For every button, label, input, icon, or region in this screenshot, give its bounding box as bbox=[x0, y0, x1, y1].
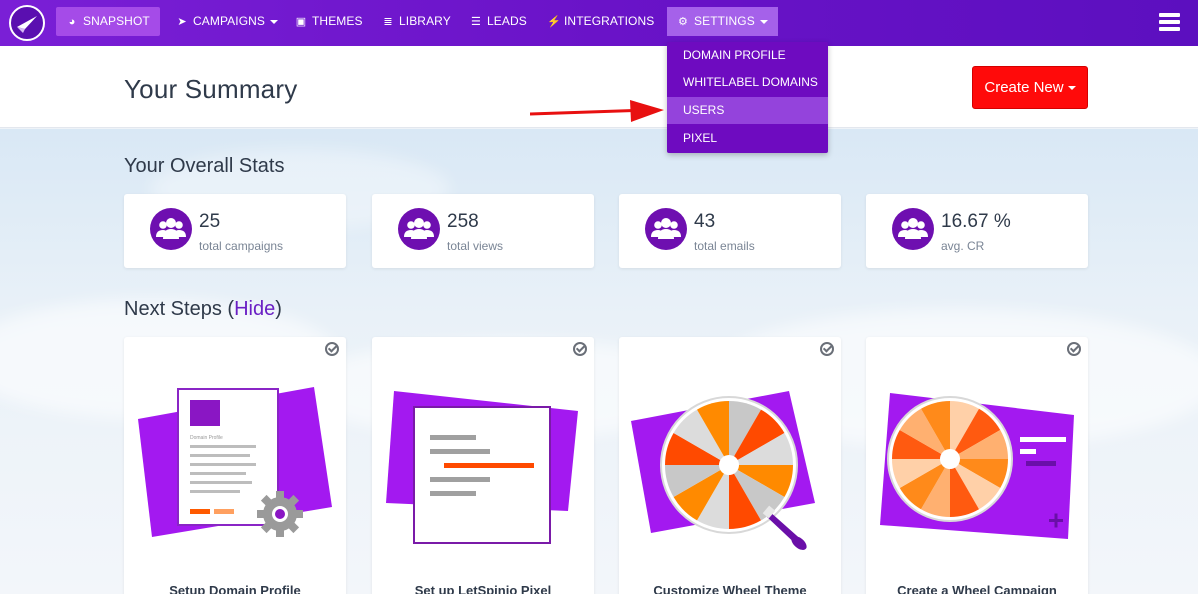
menu-item-whitelabel-domains[interactable]: Whitelabel Domains bbox=[667, 69, 828, 96]
nav-settings[interactable]: ⚙ Settings bbox=[667, 7, 778, 36]
stats-section-title: Your Overall Stats bbox=[124, 155, 285, 177]
users-icon bbox=[150, 208, 192, 250]
step-card-pixel[interactable]: Set up LetSpinio Pixel bbox=[372, 337, 594, 594]
nav-leads[interactable]: ☰ Leads bbox=[460, 7, 537, 36]
pixel-setup-illustration bbox=[386, 391, 578, 544]
chevron-down-icon bbox=[759, 19, 768, 24]
hamburger-menu-icon[interactable] bbox=[1159, 13, 1180, 31]
annotation-arrow-icon bbox=[530, 100, 664, 122]
menu-item-users[interactable]: Users bbox=[667, 97, 828, 124]
stat-card-campaigns: 25 total campaigns bbox=[124, 194, 346, 268]
users-icon bbox=[892, 208, 934, 250]
step-label: Customize Wheel Theme bbox=[653, 583, 807, 594]
library-icon: ≣ bbox=[383, 16, 393, 28]
gears-icon: ⚙ bbox=[678, 16, 688, 28]
next-steps-title: Next Steps (Hide) bbox=[124, 298, 282, 320]
paper-plane-icon: ➤ bbox=[177, 16, 187, 28]
hide-link[interactable]: Hide bbox=[234, 298, 275, 320]
stat-label: total views bbox=[447, 239, 504, 253]
step-label: Create a Wheel Campaign bbox=[897, 583, 1057, 594]
step-label: Set up LetSpinio Pixel bbox=[414, 583, 552, 594]
stat-value: 43 bbox=[694, 211, 716, 232]
check-circle-icon[interactable] bbox=[1067, 342, 1081, 356]
chevron-down-icon bbox=[1067, 86, 1076, 91]
step-card-domain-profile[interactable]: Domain Profile Setup Domain Profile bbox=[124, 337, 346, 594]
list-icon: ☰ bbox=[471, 16, 481, 28]
plug-icon: ⚡ bbox=[547, 16, 561, 28]
dashboard-icon: ◕ bbox=[68, 16, 76, 28]
stat-value: 25 bbox=[199, 211, 221, 232]
svg-text:Domain Profile: Domain Profile bbox=[190, 435, 223, 441]
users-icon bbox=[645, 208, 687, 250]
check-circle-icon[interactable] bbox=[573, 342, 587, 356]
settings-dropdown-menu: Domain Profile Whitelabel Domains Users … bbox=[667, 42, 828, 153]
nav-snapshot[interactable]: ◕ Snapshot bbox=[56, 7, 160, 36]
chevron-down-icon bbox=[270, 19, 279, 24]
menu-item-pixel[interactable]: Pixel bbox=[667, 125, 828, 152]
nav-integrations[interactable]: ⚡ Integrations bbox=[537, 7, 664, 36]
stat-label: total campaigns bbox=[199, 239, 284, 253]
top-navbar: ◕ Snapshot ➤ Campaigns ▣ Themes ≣ Library ☰ L… bbox=[0, 0, 1198, 46]
create-new-button[interactable]: Create New bbox=[972, 66, 1088, 109]
check-circle-icon[interactable] bbox=[820, 342, 834, 356]
wheel-theme-illustration bbox=[631, 391, 815, 550]
step-card-wheel-campaign[interactable]: Create a Wheel Campaign bbox=[866, 337, 1088, 594]
step-card-wheel-theme[interactable]: Customize Wheel Theme bbox=[619, 337, 841, 594]
nav-library[interactable]: ≣ Library bbox=[372, 7, 461, 36]
logo-icon bbox=[17, 16, 37, 33]
stat-value: 16.67 % bbox=[941, 211, 1011, 232]
app-logo[interactable] bbox=[9, 5, 45, 41]
page-title: Your Summary bbox=[124, 74, 298, 104]
menu-item-domain-profile[interactable]: Domain Profile bbox=[667, 42, 828, 69]
stat-card-emails: 43 total emails bbox=[619, 194, 841, 268]
step-label: Setup Domain Profile bbox=[169, 583, 301, 594]
users-icon bbox=[398, 208, 440, 250]
wheel-campaign-illustration bbox=[880, 393, 1074, 539]
domain-profile-illustration: Domain Profile bbox=[138, 387, 332, 537]
nav-campaigns[interactable]: ➤ Campaigns bbox=[166, 7, 288, 36]
image-icon: ▣ bbox=[295, 16, 307, 28]
stat-value: 258 bbox=[447, 211, 479, 232]
check-circle-icon[interactable] bbox=[325, 342, 339, 356]
stat-card-views: 258 total views bbox=[372, 194, 594, 268]
stat-label: avg. CR bbox=[941, 239, 985, 253]
stat-card-conversion-rate: 16.67 % avg. CR bbox=[866, 194, 1088, 268]
nav-themes[interactable]: ▣ Themes bbox=[285, 7, 373, 36]
stat-label: total emails bbox=[694, 239, 755, 253]
